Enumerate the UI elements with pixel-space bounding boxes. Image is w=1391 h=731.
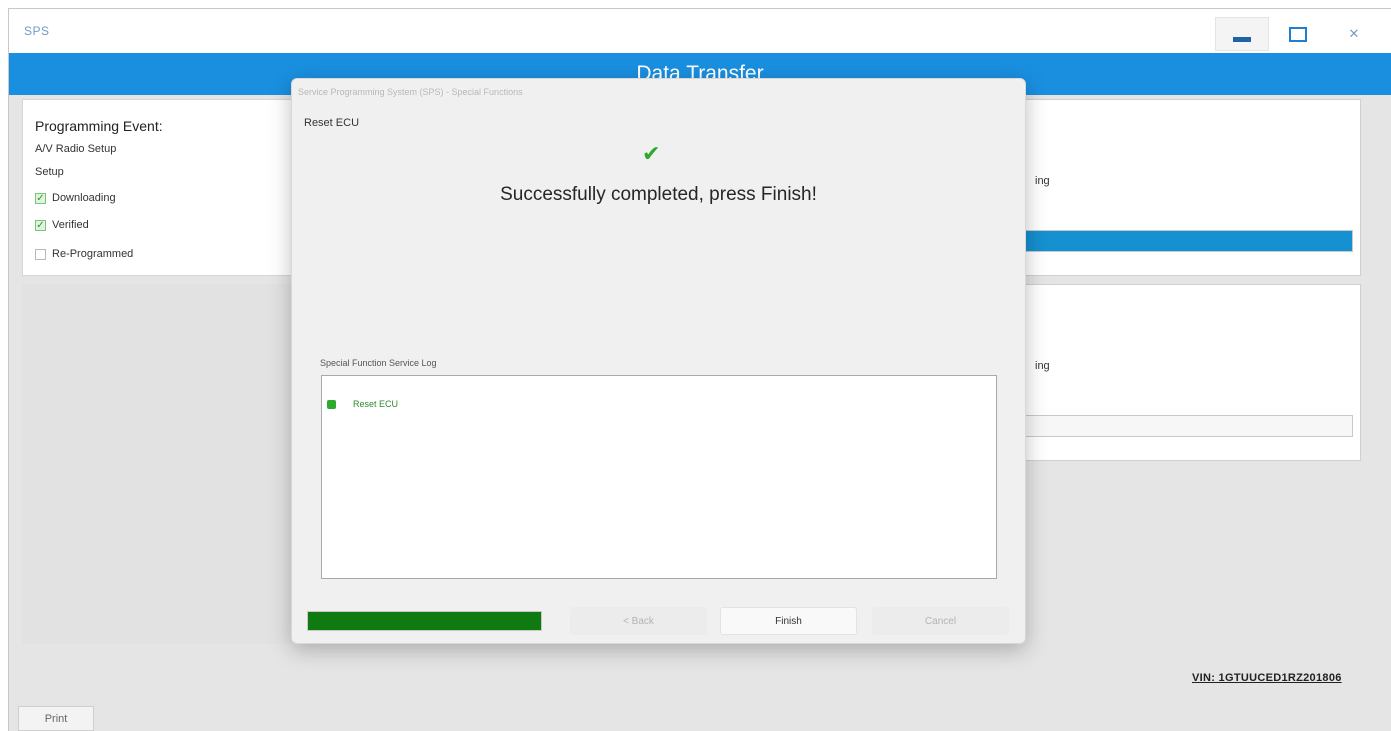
step-row-downloading: ✓ Downloading	[35, 192, 116, 204]
status-card-text: ing	[1035, 175, 1050, 187]
event-type: Setup	[35, 166, 64, 178]
progress-bar	[1023, 230, 1353, 252]
checked-icon: ✓	[35, 192, 46, 204]
status-card-text: ing	[1035, 360, 1050, 372]
dialog-progress-fill	[308, 612, 541, 630]
status-card-2: ing	[1016, 284, 1361, 461]
maximize-button[interactable]	[1271, 17, 1325, 51]
step-row-verified: ✓ Verified	[35, 219, 89, 231]
service-log: Reset ECU	[321, 375, 997, 579]
app-title: SPS	[24, 24, 50, 38]
log-label: Special Function Service Log	[320, 358, 437, 368]
minimize-icon	[1233, 36, 1251, 42]
log-entry-text: Reset ECU	[353, 399, 399, 409]
title-bar: SPS ✕	[9, 9, 1391, 53]
success-check-icon: ✔	[642, 141, 661, 166]
success-message: Successfully completed, press Finish!	[500, 184, 817, 205]
minimize-button[interactable]	[1215, 17, 1269, 51]
print-button[interactable]: Print	[18, 706, 94, 731]
dialog-title: Service Programming System (SPS) - Speci…	[298, 87, 523, 97]
step-row-reprogrammed: Re-Programmed	[35, 248, 133, 260]
dialog-step-name: Reset ECU	[304, 117, 360, 129]
finish-button[interactable]: Finish	[720, 607, 857, 635]
maximize-icon	[1289, 26, 1307, 42]
status-card-1: ing	[1016, 99, 1361, 276]
close-button[interactable]: ✕	[1327, 17, 1381, 51]
step-label: Re-Programmed	[52, 248, 134, 260]
success-status-icon	[327, 399, 336, 409]
checked-icon: ✓	[35, 219, 46, 231]
progress-bar	[1023, 415, 1353, 437]
back-button[interactable]: < Back	[570, 607, 707, 635]
event-name: A/V Radio Setup	[35, 143, 117, 155]
progress-fill	[1024, 231, 1352, 251]
vin-label: VIN: 1GTUUCED1RZ201806	[1192, 672, 1342, 684]
dialog-progress-bar	[307, 611, 542, 631]
close-icon: ✕	[1348, 26, 1360, 41]
cancel-button[interactable]: Cancel	[872, 607, 1009, 635]
programming-event-heading: Programming Event:	[35, 118, 163, 134]
step-label: Downloading	[52, 192, 116, 204]
step-label: Verified	[52, 219, 89, 231]
programming-event-panel: Programming Event: A/V Radio Setup Setup…	[22, 99, 312, 276]
special-functions-dialog: Service Programming System (SPS) - Speci…	[291, 78, 1026, 644]
unchecked-icon	[35, 248, 46, 260]
log-entry: Reset ECU	[327, 399, 398, 409]
